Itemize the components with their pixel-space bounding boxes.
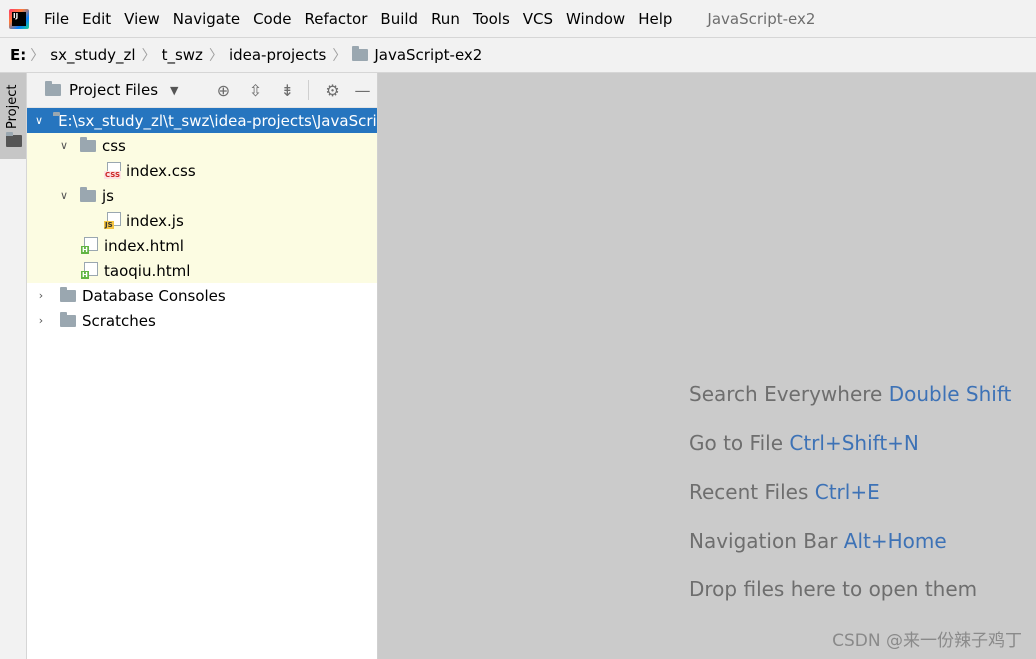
- tree-row-database-consoles[interactable]: › Database Consoles: [27, 283, 377, 308]
- menu-help[interactable]: Help: [638, 10, 672, 28]
- hint-drop-files: Drop files here to open them: [689, 577, 978, 601]
- editor-empty-area[interactable]: Search Everywhere Double Shift Go to Fil…: [378, 73, 1036, 659]
- tree-item-label: css: [102, 136, 126, 155]
- collapse-all-icon[interactable]: ⇟: [278, 81, 296, 100]
- project-view-selector[interactable]: Project Files: [69, 81, 158, 99]
- menu-bar: IJ File Edit View Navigate Code Refactor…: [0, 0, 1036, 38]
- project-tool-tab-label: Project: [5, 84, 20, 129]
- expand-all-icon[interactable]: ⇳: [246, 81, 264, 100]
- menu-view[interactable]: View: [124, 10, 160, 28]
- menu-run[interactable]: Run: [431, 10, 460, 28]
- tree-row-js-folder[interactable]: ∨ js: [27, 183, 377, 208]
- tree-row-index-html[interactable]: H index.html: [27, 233, 377, 258]
- menu-tools[interactable]: Tools: [473, 10, 510, 28]
- project-panel-header: Project Files ▼ ⊕ ⇳ ⇟ ⚙ —: [27, 73, 377, 108]
- folder-icon: [352, 46, 369, 61]
- breadcrumb-current[interactable]: JavaScript-ex2: [368, 46, 488, 64]
- hint-recent-files: Recent Files Ctrl+E: [689, 480, 880, 504]
- menu-build[interactable]: Build: [380, 10, 418, 28]
- hint-search-everywhere: Search Everywhere Double Shift: [689, 382, 1012, 406]
- chevron-down-icon[interactable]: ∨: [35, 114, 43, 127]
- chevron-right-icon[interactable]: ›: [35, 314, 47, 327]
- intellij-logo-icon: IJ: [9, 8, 29, 29]
- menu-code[interactable]: Code: [253, 10, 291, 28]
- tree-item-label: E:\sx_study_zl\t_swz\idea-projects\JavaS…: [58, 111, 425, 130]
- tree-item-label: index.js: [126, 211, 184, 230]
- locate-icon[interactable]: ⊕: [214, 81, 232, 100]
- chevron-down-icon[interactable]: ∨: [58, 139, 70, 152]
- shortcut-key: Alt+Home: [843, 529, 947, 553]
- menu-edit[interactable]: Edit: [82, 10, 111, 28]
- breadcrumb-drive[interactable]: E:: [10, 46, 30, 64]
- js-file-icon: JS: [104, 212, 121, 229]
- html-file-icon: H: [81, 237, 98, 254]
- shortcut-key: Ctrl+Shift+N: [789, 431, 919, 455]
- css-file-icon: CSS: [104, 162, 122, 179]
- project-panel: Project Files ▼ ⊕ ⇳ ⇟ ⚙ — ∨ E:\sx_study_…: [27, 73, 425, 659]
- menu-vcs[interactable]: VCS: [523, 10, 553, 28]
- tree-item-label: Scratches: [82, 311, 156, 330]
- divider: [308, 80, 310, 100]
- shortcut-key: Ctrl+E: [814, 480, 880, 504]
- gear-icon[interactable]: ⚙: [323, 81, 341, 100]
- tree-row-index-css[interactable]: CSS index.css: [27, 158, 377, 183]
- folder-icon: [80, 136, 96, 152]
- tool-window-strip: Project: [0, 73, 27, 659]
- folder-icon: [45, 81, 61, 96]
- breadcrumb-item[interactable]: t_swz: [156, 46, 209, 64]
- folder-icon: [60, 286, 76, 302]
- chevron-right-icon: 〉: [208, 48, 223, 64]
- window-title: JavaScript-ex2: [707, 9, 816, 28]
- chevron-right-icon: 〉: [141, 48, 156, 64]
- watermark: CSDN @来一份辣子鸡丁: [832, 631, 1022, 651]
- tree-item-label: index.css: [126, 161, 196, 180]
- chevron-right-icon: 〉: [332, 48, 347, 64]
- tree-item-label: index.html: [104, 236, 184, 255]
- minimize-icon[interactable]: —: [353, 81, 371, 100]
- menu-refactor[interactable]: Refactor: [304, 10, 367, 28]
- folder-icon: [6, 132, 22, 147]
- tree-row-css-folder[interactable]: ∨ css: [27, 133, 377, 158]
- menu-navigate[interactable]: Navigate: [173, 10, 240, 28]
- hint-navigation-bar: Navigation Bar Alt+Home: [689, 529, 947, 553]
- chevron-right-icon: 〉: [30, 48, 45, 64]
- tree-item-label: js: [102, 186, 114, 205]
- menu-window[interactable]: Window: [566, 10, 625, 28]
- breadcrumb: E: 〉 sx_study_zl 〉 t_swz 〉 idea-projects…: [0, 38, 1036, 73]
- shortcut-key: Double Shift: [888, 382, 1012, 406]
- tree-item-label: Database Consoles: [82, 286, 226, 305]
- tree-row-index-js[interactable]: JS index.js: [27, 208, 377, 233]
- menu-file[interactable]: File: [44, 10, 69, 28]
- hint-go-to-file: Go to File Ctrl+Shift+N: [689, 431, 919, 455]
- chevron-down-icon[interactable]: ▼: [170, 84, 178, 97]
- breadcrumb-item[interactable]: sx_study_zl: [44, 46, 141, 64]
- chevron-right-icon[interactable]: ›: [35, 289, 47, 302]
- tree-row-scratches[interactable]: › Scratches: [27, 308, 377, 333]
- tree-row-taoqiu-html[interactable]: H taoqiu.html: [27, 258, 377, 283]
- project-tree: ∨ E:\sx_study_zl\t_swz\idea-projects\Jav…: [27, 108, 425, 333]
- html-file-icon: H: [81, 262, 98, 279]
- tree-item-label: taoqiu.html: [104, 261, 191, 280]
- tree-row-root[interactable]: ∨ E:\sx_study_zl\t_swz\idea-projects\Jav…: [27, 108, 425, 133]
- breadcrumb-item[interactable]: idea-projects: [223, 46, 332, 64]
- folder-icon: [80, 186, 96, 202]
- folder-icon: [60, 311, 76, 327]
- chevron-down-icon[interactable]: ∨: [58, 189, 70, 202]
- project-tool-tab[interactable]: Project: [0, 73, 26, 159]
